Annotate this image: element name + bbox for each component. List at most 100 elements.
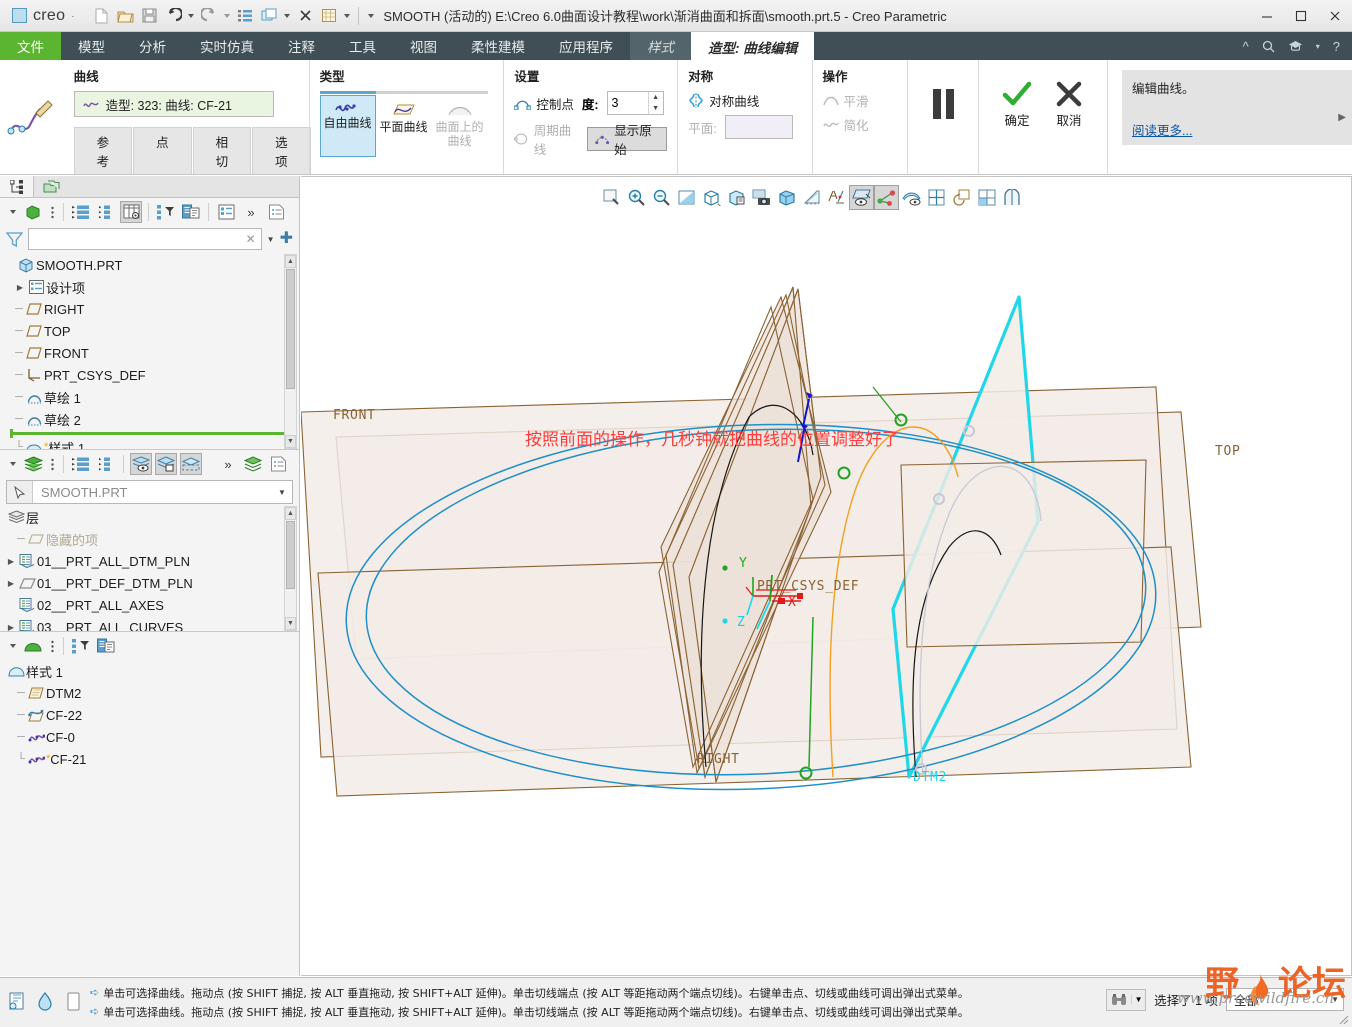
tab-flexible-modeling[interactable]: 柔性建模 <box>454 32 542 60</box>
dashboard-tab-points[interactable]: 点 <box>133 127 192 174</box>
scroll-down-arrow[interactable]: ▼ <box>285 617 296 630</box>
redo-button[interactable] <box>198 5 220 27</box>
layer-new-icon[interactable] <box>180 453 202 475</box>
layer-model-dropdown-icon[interactable]: ▼ <box>272 488 292 497</box>
style-display-icon[interactable] <box>95 635 117 657</box>
zoom-out-icon[interactable] <box>649 185 674 210</box>
tree-row-dtm2[interactable]: ─ DTM2 <box>0 682 299 704</box>
layers-icon[interactable] <box>22 453 44 475</box>
expand-twisty-icon[interactable]: ▶ <box>5 623 17 632</box>
symmetric-curve-checkbox[interactable]: 对称曲线 <box>688 91 759 110</box>
collapse-ribbon-icon[interactable]: ^ <box>1243 39 1249 54</box>
redo-dropdown[interactable] <box>222 5 232 27</box>
annotation-display-icon[interactable] <box>899 185 924 210</box>
undo-dropdown[interactable] <box>186 5 196 27</box>
layer-isolate-icon[interactable] <box>155 453 177 475</box>
expand-twisty-icon[interactable]: ▶ <box>14 283 26 292</box>
style-caret-icon[interactable] <box>6 635 19 657</box>
search-dropdown-icon[interactable]: ▼ <box>1131 995 1145 1004</box>
tree-row-right[interactable]: ─ RIGHT <box>0 298 299 320</box>
tree-filter-icon[interactable] <box>155 201 177 223</box>
tab-analysis[interactable]: 分析 <box>122 32 183 60</box>
type-planar-curve-button[interactable]: 平面曲线 <box>376 95 432 157</box>
tree-row-layer-all-curves[interactable]: ▶ 03__PRT_ALL_CURVES <box>0 616 299 631</box>
datum-display-icon[interactable] <box>824 185 849 210</box>
expand-twisty-icon[interactable]: ▶ <box>5 579 17 588</box>
tab-style[interactable]: 样式 <box>630 32 691 60</box>
style-surface-icon[interactable] <box>22 635 44 657</box>
model-tree-icon[interactable] <box>22 201 44 223</box>
tab-tools[interactable]: 工具 <box>332 32 393 60</box>
scrollbar-thumb[interactable] <box>286 269 295 389</box>
close-window-button[interactable] <box>294 5 316 27</box>
degree-up-arrow[interactable]: ▲ <box>649 92 663 103</box>
tree-row-hidden-items[interactable]: ─ 隐藏的项 <box>0 528 299 550</box>
control-points-checkbox[interactable]: 控制点 <box>514 94 574 113</box>
perspective-icon[interactable] <box>799 185 824 210</box>
save-button[interactable] <box>138 5 160 27</box>
layer-visibility-icon[interactable] <box>130 453 152 475</box>
grid-settings-button[interactable] <box>318 5 340 27</box>
layer-tree[interactable]: 层 ─ 隐藏的项 ▶ 01__PRT_ALL_DTM_PLN ▶ 01__PRT… <box>0 506 299 631</box>
scrollbar-thumb[interactable] <box>286 521 295 589</box>
model-tree-tab[interactable] <box>0 176 34 197</box>
refit-icon[interactable] <box>674 185 699 210</box>
help-expand-icon[interactable]: ▶ <box>1338 112 1346 123</box>
tree-info-icon[interactable] <box>265 201 287 223</box>
cad-geometry[interactable]: .pl { fill:#f3ece6; fill-opacity:.82; st… <box>301 177 1352 976</box>
symmetry-plane-field[interactable] <box>724 115 793 139</box>
degree-stepper[interactable]: ▲▼ <box>606 91 664 115</box>
filter-dropdown-icon[interactable]: ▼ <box>267 235 275 244</box>
layer-more-icon[interactable]: » <box>217 453 239 475</box>
zoom-box-icon[interactable] <box>599 185 624 210</box>
tree-row-cf-22[interactable]: ─ CF-22 <box>0 704 299 726</box>
style-tree[interactable]: 样式 1 ─ DTM2 ─ CF-22 ─ CF-0 └ * CF-21 <box>0 660 299 770</box>
tree-menu-icon[interactable] <box>47 201 57 223</box>
tree-row-design-items[interactable]: ▶ 设计项 <box>0 276 299 298</box>
layer-properties-icon[interactable] <box>242 453 264 475</box>
tree-row-layer-all-axes[interactable]: 02__PRT_ALL_AXES <box>0 594 299 616</box>
title-dropdown[interactable] <box>365 5 377 27</box>
layer-menu-icon[interactable] <box>47 453 57 475</box>
pause-button[interactable] <box>908 60 978 148</box>
collapse-all-icon[interactable] <box>95 201 117 223</box>
display-style-icon[interactable] <box>774 185 799 210</box>
resize-grip[interactable] <box>1337 1013 1349 1025</box>
style-menu-icon[interactable] <box>47 635 57 657</box>
graphics-viewport[interactable]: .pl { fill:#f3ece6; fill-opacity:.82; st… <box>301 176 1352 976</box>
point-display-icon[interactable] <box>874 185 899 210</box>
tree-row-prt-csys-def[interactable]: ─ PRT_CSYS_DEF <box>0 364 299 386</box>
add-filter-icon[interactable]: ✚ <box>280 231 293 247</box>
appearance-icon[interactable] <box>34 990 56 1012</box>
tree-row-cf-0[interactable]: ─ CF-0 <box>0 726 299 748</box>
expand-twisty-icon[interactable]: ▶ <box>5 557 17 566</box>
search-selection-button[interactable]: ▼ <box>1106 988 1147 1011</box>
degree-input[interactable] <box>607 92 648 114</box>
layer-display-icon[interactable] <box>949 185 974 210</box>
tree-columns-icon[interactable] <box>120 201 142 223</box>
clear-filter-icon[interactable]: ✕ <box>246 232 256 246</box>
open-file-button[interactable] <box>114 5 136 27</box>
appearance-icon[interactable] <box>999 185 1024 210</box>
tab-model[interactable]: 模型 <box>61 32 122 60</box>
maximize-button[interactable] <box>1284 0 1318 32</box>
tab-curve-edit[interactable]: 造型: 曲线编辑 <box>691 32 815 60</box>
tree-row-style-feature[interactable]: 样式 1 <box>0 660 299 682</box>
tree-caret-icon[interactable] <box>6 201 19 223</box>
layer-expand-all-icon[interactable] <box>70 453 92 475</box>
tree-row-top[interactable]: ─ TOP <box>0 320 299 342</box>
dashboard-tab-reference[interactable]: 参考 <box>73 127 133 174</box>
cancel-button[interactable]: 取消 <box>1045 80 1093 129</box>
tab-view[interactable]: 视图 <box>393 32 454 60</box>
tab-live-simulation[interactable]: 实时仿真 <box>183 32 271 60</box>
help-icon[interactable]: ? <box>1333 39 1340 54</box>
tree-row-sketch-2[interactable]: ─ 草绘 2 <box>0 408 299 430</box>
model-tree-filter-input[interactable]: ✕ <box>28 228 262 250</box>
account-icon[interactable] <box>1288 40 1303 53</box>
search-icon[interactable] <box>1262 40 1275 53</box>
ok-button[interactable]: 确定 <box>993 80 1041 129</box>
tree-row-layer-all-dtm-pln[interactable]: ▶ 01__PRT_ALL_DTM_PLN <box>0 550 299 572</box>
model-display-icon[interactable] <box>6 990 28 1012</box>
layer-tree-scrollbar[interactable]: ▲ ▼ <box>284 506 297 631</box>
scene-capture-icon[interactable] <box>749 185 774 210</box>
